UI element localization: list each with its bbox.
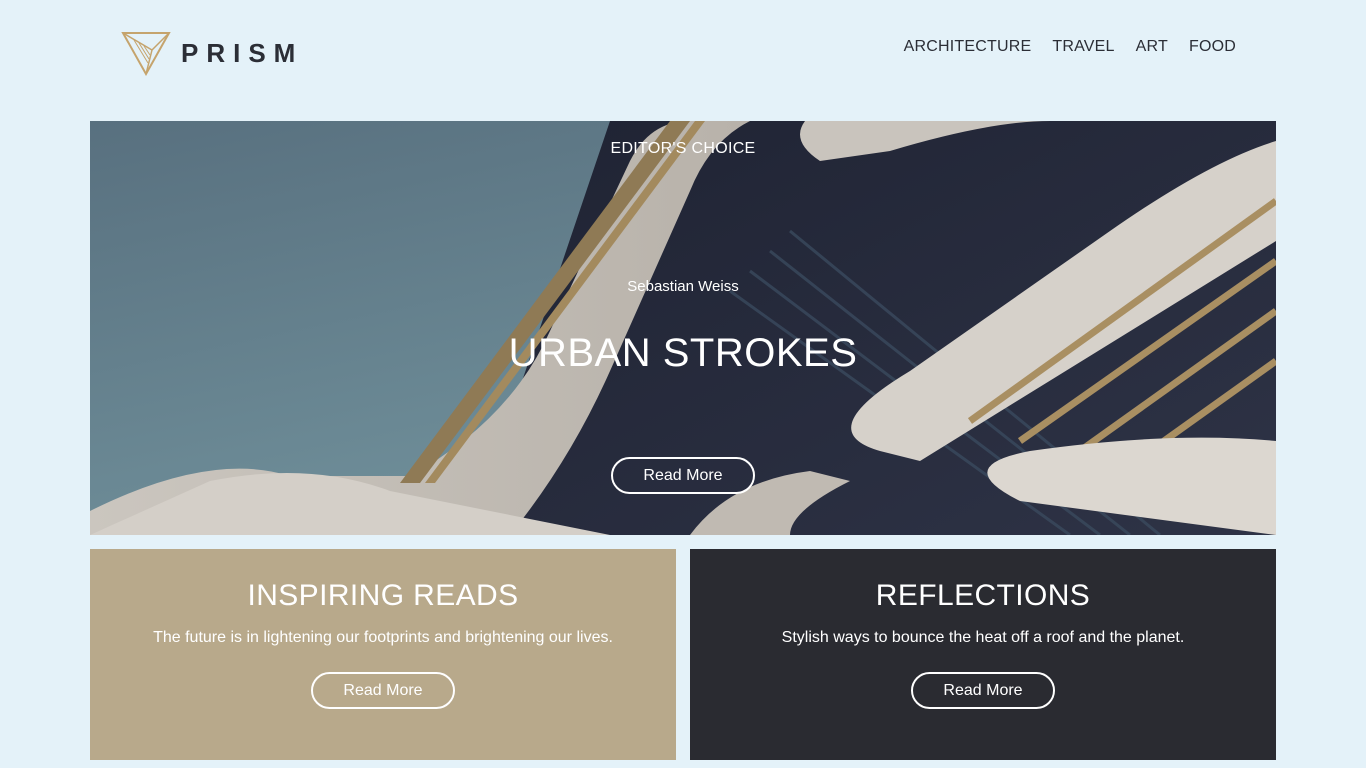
card-title: REFLECTIONS [875,579,1091,612]
hero-title: URBAN STROKES [508,331,858,375]
site-header: PRISM ARCHITECTURE TRAVEL ART FOOD [0,0,1366,100]
logo-link[interactable]: PRISM [121,30,303,76]
brand-name: PRISM [181,38,304,68]
card-reflections: REFLECTIONS Stylish ways to bounce the h… [690,549,1276,760]
card-read-more-button[interactable]: Read More [911,672,1055,709]
hero-read-more-button[interactable]: Read More [611,457,755,494]
card-title: INSPIRING READS [247,579,519,612]
hero-author: Sebastian Weiss [627,278,739,295]
hero-kicker: EDITOR'S CHOICE [610,140,756,157]
card-read-more-button[interactable]: Read More [311,672,455,709]
nav-item-architecture[interactable]: ARCHITECTURE [904,38,1032,56]
card-inspiring-reads: INSPIRING READS The future is in lighten… [90,549,676,760]
nav-item-food[interactable]: FOOD [1189,38,1236,56]
nav-item-art[interactable]: ART [1136,38,1168,56]
main-nav: ARCHITECTURE TRAVEL ART FOOD [904,38,1236,56]
prism-logo-icon [121,32,171,76]
card-description: The future is in lightening our footprin… [153,629,613,646]
hero-feature: EDITOR'S CHOICE Sebastian Weiss URBAN ST… [90,121,1276,535]
nav-item-travel[interactable]: TRAVEL [1052,38,1114,56]
card-description: Stylish ways to bounce the heat off a ro… [781,629,1185,646]
